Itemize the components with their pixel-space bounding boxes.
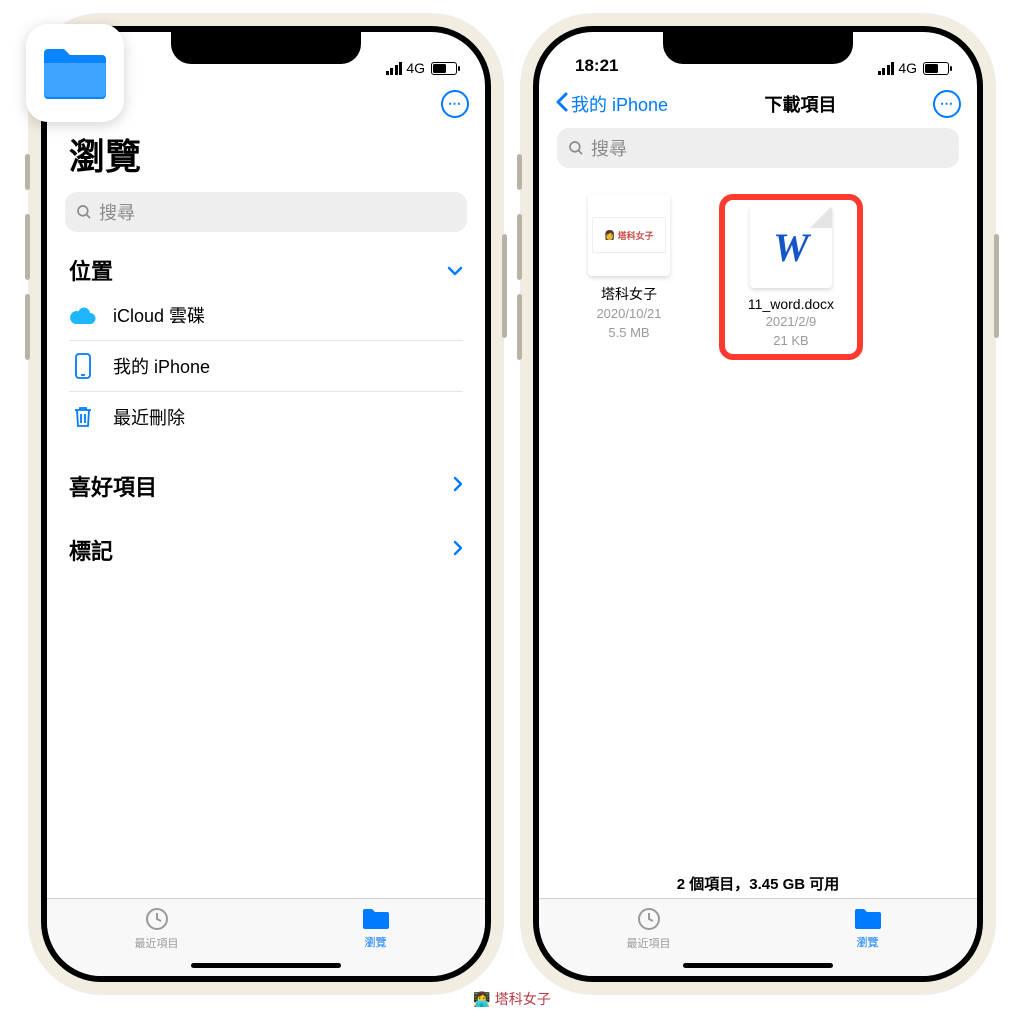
file-name: 塔科女子 <box>569 284 689 304</box>
folder-icon <box>853 907 883 931</box>
folder-icon <box>361 907 391 931</box>
more-button[interactable]: ⋯ <box>441 90 469 118</box>
iphone-icon <box>69 353 97 379</box>
row-label: 我的 iPhone <box>113 353 210 379</box>
icloud-icon <box>69 306 97 324</box>
tab-recent[interactable]: 最近項目 <box>539 899 758 958</box>
chevron-right-icon <box>453 475 463 498</box>
file-thumbnail: 👩塔科女子 <box>588 194 670 276</box>
locations-list: iCloud 雲碟 我的 iPhone 最近刪除 <box>47 290 485 442</box>
tab-browse[interactable]: 瀏覽 <box>266 899 485 958</box>
row-label: 最近刪除 <box>113 404 185 430</box>
phone-right: 18:21 4G 我的 iPhone 下載項目 ⋯ <box>521 14 995 994</box>
chevron-right-icon <box>453 539 463 562</box>
word-icon: W <box>773 224 809 271</box>
file-size: 5.5 MB <box>569 325 689 342</box>
row-icloud[interactable]: iCloud 雲碟 <box>69 290 463 341</box>
home-indicator[interactable] <box>191 963 341 968</box>
highlight-annotation: W 11_word.docx 2021/2/9 21 KB <box>719 194 863 360</box>
clock-icon <box>144 906 170 932</box>
chevron-left-icon <box>555 90 569 118</box>
notch <box>171 32 361 64</box>
file-grid: 👩塔科女子 塔科女子 2020/10/21 5.5 MB W 11_word.d… <box>539 180 977 374</box>
file-item-docx[interactable]: W 11_word.docx 2021/2/9 21 KB <box>731 206 851 350</box>
search-input[interactable]: 搜尋 <box>65 192 467 232</box>
clock-icon <box>636 906 662 932</box>
nav-bar: 我的 iPhone 下載項目 ⋯ <box>539 78 977 122</box>
status-time: 18:21 <box>575 56 618 76</box>
tab-browse[interactable]: 瀏覽 <box>758 899 977 958</box>
search-icon <box>75 203 93 221</box>
row-trash[interactable]: 最近刪除 <box>69 392 463 442</box>
back-button[interactable]: 我的 iPhone <box>555 90 668 118</box>
file-item-image[interactable]: 👩塔科女子 塔科女子 2020/10/21 5.5 MB <box>569 194 689 360</box>
search-placeholder: 搜尋 <box>99 199 135 225</box>
section-favorites-header[interactable]: 喜好項目 <box>47 460 485 506</box>
signal-icon <box>878 62 895 75</box>
file-size: 21 KB <box>731 333 851 350</box>
file-thumbnail: W <box>750 206 832 288</box>
trash-icon <box>69 405 97 429</box>
search-icon <box>567 139 585 157</box>
more-button[interactable]: ⋯ <box>933 90 961 118</box>
file-date: 2020/10/21 <box>569 306 689 323</box>
signal-icon <box>386 62 403 75</box>
page-title: 下載項目 <box>668 91 933 117</box>
search-input[interactable]: 搜尋 <box>557 128 959 168</box>
file-date: 2021/2/9 <box>731 314 851 331</box>
row-iphone[interactable]: 我的 iPhone <box>69 341 463 392</box>
watermark: 👩‍💻塔科女子 <box>473 989 550 1009</box>
section-tags-header[interactable]: 標記 <box>47 524 485 570</box>
footer-status: 2 個項目，3.45 GB 可用 <box>539 863 977 898</box>
battery-icon <box>431 62 457 75</box>
tab-recent[interactable]: 最近項目 <box>47 899 266 958</box>
row-label: iCloud 雲碟 <box>113 302 205 328</box>
notch <box>663 32 853 64</box>
files-app-icon <box>26 24 124 122</box>
battery-icon <box>923 62 949 75</box>
network-label: 4G <box>898 60 917 76</box>
search-placeholder: 搜尋 <box>591 135 627 161</box>
section-locations-header[interactable]: 位置 <box>47 244 485 290</box>
phone-left: 22 4G ⋯ 瀏覽 搜尋 位置 <box>29 14 503 994</box>
network-label: 4G <box>406 60 425 76</box>
chevron-down-icon <box>447 260 463 281</box>
file-name: 11_word.docx <box>731 296 851 312</box>
home-indicator[interactable] <box>683 963 833 968</box>
page-title: 瀏覽 <box>47 122 485 188</box>
